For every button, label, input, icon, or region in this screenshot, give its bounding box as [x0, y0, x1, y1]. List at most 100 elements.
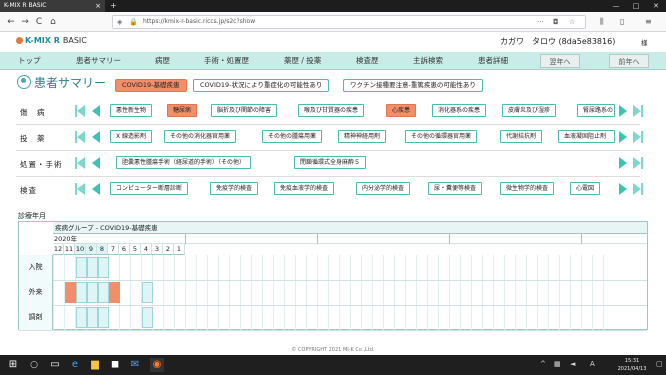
tab-complaint-search[interactable]: 主訴検索: [413, 52, 443, 70]
chip-medication[interactable]: 代謝拮抗剤: [500, 130, 543, 143]
chip-disease[interactable]: 脳折及び関節の障害: [211, 104, 278, 117]
timeline-cell[interactable]: [109, 282, 120, 303]
app-logo[interactable]: K-MIX R BASIC: [16, 36, 87, 45]
library-icon[interactable]: ⫼: [600, 16, 604, 28]
chip-test[interactable]: 内分泌学的検査: [356, 182, 411, 195]
tab-top[interactable]: トップ: [18, 52, 41, 70]
timeline-cell[interactable]: [98, 307, 109, 328]
chip-medication[interactable]: その他の腫瘍用薬: [262, 130, 323, 143]
tab-history[interactable]: 病歴: [155, 52, 170, 70]
timeline-cell[interactable]: [98, 282, 109, 303]
chip-test[interactable]: 心電図: [570, 182, 601, 195]
more-icon[interactable]: ···: [537, 16, 544, 28]
tab-tests[interactable]: 検査歴: [356, 52, 379, 70]
timeline-cell[interactable]: [76, 307, 87, 328]
timeline-cell[interactable]: [142, 307, 153, 328]
timeline-cell[interactable]: [87, 282, 98, 303]
chip-test[interactable]: 免疫血液学的検査: [274, 182, 335, 195]
chip-medication[interactable]: 血液凝固阻止剤: [558, 130, 615, 143]
chip-disease[interactable]: 消化器系の疾患: [432, 104, 487, 117]
clock[interactable]: 15:31 2021/04/13: [612, 357, 652, 373]
firefox-icon[interactable]: ◉: [150, 358, 164, 372]
chip-procedure[interactable]: 閉鎖循環式全身麻酔５: [294, 156, 367, 169]
timeline-cell[interactable]: [142, 282, 153, 303]
back-button[interactable]: ←: [5, 16, 17, 28]
file-explorer-icon[interactable]: ▆: [88, 358, 102, 372]
next-arrow-icon[interactable]: [619, 131, 627, 143]
chip-medication[interactable]: X 線造影剤: [110, 130, 153, 143]
mail-icon[interactable]: ✉: [128, 358, 142, 372]
bookmark-icon[interactable]: ☆: [569, 16, 575, 28]
reload-button[interactable]: C: [33, 16, 45, 28]
last-page-bar: [641, 157, 643, 169]
tray-up-icon[interactable]: ^: [540, 360, 546, 368]
first-page-arrow-icon[interactable]: [77, 105, 85, 117]
windows-start-icon[interactable]: ⊞: [6, 358, 20, 372]
prev-arrow-icon[interactable]: [92, 157, 100, 169]
chip-test[interactable]: 免疫学的検査: [210, 182, 259, 195]
filter-pill-covid-basic[interactable]: COVID19-基礎疾患: [115, 79, 187, 92]
tab-patient-detail[interactable]: 患者詳細: [478, 52, 508, 70]
menu-icon[interactable]: ≡: [645, 16, 652, 28]
timeline-cell[interactable]: [65, 282, 76, 303]
chip-medication[interactable]: 精神神経用剤: [338, 130, 387, 143]
filter-pill-covid-severe[interactable]: COVID19-状況により重症化の可能性あり: [193, 79, 330, 92]
url-bar[interactable]: ◈ 🔒 https://kmix-r-basic.riccs.jp/s2c?sh…: [112, 15, 586, 29]
tab-procedures[interactable]: 手術・処置歴: [204, 52, 249, 70]
next-arrow-icon[interactable]: [619, 183, 627, 195]
last-page-arrow-icon[interactable]: [633, 105, 641, 117]
network-icon[interactable]: ▦: [554, 360, 561, 368]
maximize-button[interactable]: □: [626, 0, 646, 12]
timeline-cell[interactable]: [76, 257, 87, 278]
tab-patient-summary[interactable]: 患者サマリー: [76, 52, 121, 70]
minimize-button[interactable]: —: [606, 0, 626, 12]
new-tab-button[interactable]: +: [110, 0, 117, 12]
chip-test[interactable]: 尿・糞便等検査: [428, 182, 483, 195]
prev-arrow-icon[interactable]: [92, 131, 100, 143]
search-icon[interactable]: ○: [28, 359, 40, 371]
last-page-arrow-icon[interactable]: [633, 157, 641, 169]
prev-year-button[interactable]: 前年へ: [609, 54, 649, 68]
chip-disease[interactable]: 糖尿病: [167, 104, 198, 117]
timeline-cell[interactable]: [76, 282, 87, 303]
chip-disease[interactable]: 悪性新生物: [110, 104, 153, 117]
chip-test[interactable]: コンピューター断層診断: [110, 182, 189, 195]
forward-button[interactable]: →: [19, 16, 31, 28]
timeline-cell[interactable]: [98, 257, 109, 278]
chip-medication[interactable]: その他の消化器官用薬: [164, 130, 237, 143]
chip-disease[interactable]: 皮膚炎及び湿疹: [502, 104, 557, 117]
first-page-arrow-icon[interactable]: [77, 131, 85, 143]
volume-icon[interactable]: ◄: [570, 360, 575, 368]
next-year-button[interactable]: 翌年へ: [540, 54, 580, 68]
input-language[interactable]: A: [590, 360, 595, 368]
prev-arrow-icon[interactable]: [92, 105, 100, 117]
sidebar-icon[interactable]: ▯: [620, 16, 624, 28]
filter-pill-vaccine[interactable]: ワクチン接種要注意-重篤疾患の可能性あり: [343, 79, 483, 92]
next-arrow-icon[interactable]: [619, 157, 627, 169]
last-page-arrow-icon[interactable]: [633, 131, 641, 143]
notification-icon[interactable]: ▢: [656, 360, 663, 368]
next-arrow-icon[interactable]: [619, 105, 627, 117]
timeline-cell[interactable]: [87, 257, 98, 278]
last-page-arrow-icon[interactable]: [633, 183, 641, 195]
chip-disease[interactable]: 心疾患: [386, 104, 417, 117]
pocket-icon[interactable]: ◘: [553, 16, 559, 28]
tab-medication[interactable]: 薬歴 / 投薬: [284, 52, 321, 70]
edge-icon[interactable]: e: [68, 358, 82, 372]
timeline-cell[interactable]: [87, 307, 98, 328]
chip-test[interactable]: 微生物学的検査: [500, 182, 555, 195]
chip-medication[interactable]: その他の循環器官用薬: [405, 130, 478, 143]
chip-disease[interactable]: 喉及び甘質器の疾患: [298, 104, 365, 117]
home-button[interactable]: ⌂: [47, 16, 59, 28]
browser-tab[interactable]: K-MIX R BASIC ×: [0, 0, 105, 12]
close-window-button[interactable]: ✕: [646, 0, 666, 12]
task-view-icon[interactable]: ▭: [48, 358, 62, 372]
chip-disease[interactable]: 腎尿路系の: [577, 104, 615, 117]
first-page-arrow-icon[interactable]: [77, 157, 85, 169]
tab-close-icon[interactable]: ×: [95, 0, 101, 12]
store-icon[interactable]: ◼: [108, 358, 122, 372]
grid-line: [339, 255, 340, 330]
prev-arrow-icon[interactable]: [92, 183, 100, 195]
chip-procedure[interactable]: 胆囊悪性腫瘍手術（経尿道的手術）（その他）: [116, 156, 252, 169]
first-page-arrow-icon[interactable]: [77, 183, 85, 195]
